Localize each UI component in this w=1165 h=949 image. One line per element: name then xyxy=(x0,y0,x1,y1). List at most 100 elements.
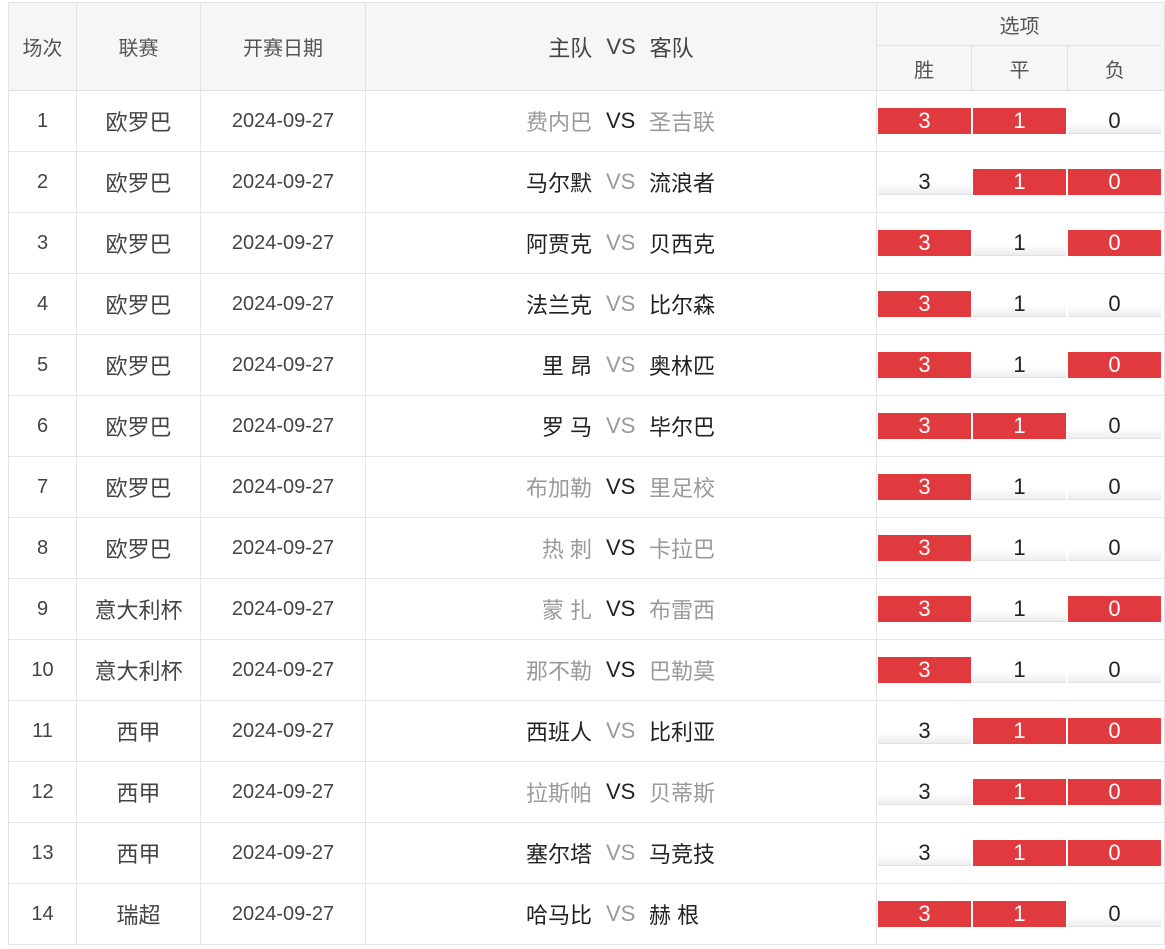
row-match: 阿贾克 VS 贝西克 xyxy=(366,213,877,273)
option-lose-button[interactable]: 0 xyxy=(1068,108,1161,134)
away-team: 卡拉巴 xyxy=(649,537,716,562)
away-team: 流浪者 xyxy=(649,171,716,196)
header-match: 主队 VS 客队 xyxy=(366,3,877,90)
home-team: 热 刺 xyxy=(541,537,592,562)
option-lose-button[interactable]: 0 xyxy=(1068,840,1161,866)
option-draw-button[interactable]: 1 xyxy=(973,230,1066,256)
option-win-button[interactable]: 3 xyxy=(878,657,971,683)
row-league: 瑞超 xyxy=(77,884,201,944)
option-draw-button[interactable]: 1 xyxy=(973,657,1066,683)
row-date: 2024-09-27 xyxy=(201,152,366,212)
row-league: 欧罗巴 xyxy=(77,518,201,578)
option-lose-button[interactable]: 0 xyxy=(1068,291,1161,317)
table-row: 4 欧罗巴 2024-09-27 法兰克 VS 比尔森 3 1 0 xyxy=(9,274,1164,335)
row-match: 马尔默 VS 流浪者 xyxy=(366,152,877,212)
option-draw-button[interactable]: 1 xyxy=(973,413,1066,439)
row-league: 欧罗巴 xyxy=(77,335,201,395)
header-seq: 场次 xyxy=(9,3,77,90)
away-team: 圣吉联 xyxy=(649,110,716,135)
vs-label: VS xyxy=(606,474,636,499)
row-match: 里 昂 VS 奥林匹 xyxy=(366,335,877,395)
option-lose-button[interactable]: 0 xyxy=(1068,535,1161,561)
row-seq: 2 xyxy=(9,152,77,212)
option-lose-button[interactable]: 0 xyxy=(1068,413,1161,439)
vs-label: VS xyxy=(606,291,636,316)
option-lose-button[interactable]: 0 xyxy=(1068,718,1161,744)
row-match: 那不勒 VS 巴勒莫 xyxy=(366,640,877,700)
option-win-button[interactable]: 3 xyxy=(878,901,971,927)
option-draw-button[interactable]: 1 xyxy=(973,596,1066,622)
header-date: 开赛日期 xyxy=(201,3,366,90)
option-win-button[interactable]: 3 xyxy=(878,840,971,866)
option-lose-button[interactable]: 0 xyxy=(1068,474,1161,500)
option-lose-button[interactable]: 0 xyxy=(1068,901,1161,927)
row-league: 欧罗巴 xyxy=(77,152,201,212)
vs-label: VS xyxy=(606,840,636,865)
table-row: 9 意大利杯 2024-09-27 蒙 扎 VS 布雷西 3 1 0 xyxy=(9,579,1164,640)
row-date: 2024-09-27 xyxy=(201,640,366,700)
option-lose-button[interactable]: 0 xyxy=(1068,169,1161,195)
away-team: 奥林匹 xyxy=(649,354,716,379)
row-date: 2024-09-27 xyxy=(201,91,366,151)
option-draw-button[interactable]: 1 xyxy=(973,291,1066,317)
option-win-button[interactable]: 3 xyxy=(878,779,971,805)
header-options: 选项 胜 平 负 xyxy=(877,3,1162,90)
option-win-button[interactable]: 3 xyxy=(878,169,971,195)
away-team: 比尔森 xyxy=(649,293,716,318)
option-draw-button[interactable]: 1 xyxy=(973,352,1066,378)
option-win-button[interactable]: 3 xyxy=(878,718,971,744)
home-team: 那不勒 xyxy=(525,659,592,684)
away-team: 巴勒莫 xyxy=(649,659,716,684)
away-team: 布雷西 xyxy=(649,598,716,623)
option-win-button[interactable]: 3 xyxy=(878,108,971,134)
option-draw-button[interactable]: 1 xyxy=(973,535,1066,561)
option-lose-button[interactable]: 0 xyxy=(1068,352,1161,378)
table-row: 5 欧罗巴 2024-09-27 里 昂 VS 奥林匹 3 1 0 xyxy=(9,335,1164,396)
table-row: 13 西甲 2024-09-27 塞尔塔 VS 马竞技 3 1 0 xyxy=(9,823,1164,884)
option-lose-button[interactable]: 0 xyxy=(1068,779,1161,805)
header-away: 客队 xyxy=(649,35,694,61)
home-team: 拉斯帕 xyxy=(525,781,592,806)
row-date: 2024-09-27 xyxy=(201,823,366,883)
option-draw-button[interactable]: 1 xyxy=(973,718,1066,744)
option-win-button[interactable]: 3 xyxy=(878,230,971,256)
row-seq: 14 xyxy=(9,884,77,944)
header-win: 胜 xyxy=(877,46,973,90)
option-draw-button[interactable]: 1 xyxy=(973,901,1066,927)
option-draw-button[interactable]: 1 xyxy=(973,779,1066,805)
row-date: 2024-09-27 xyxy=(201,213,366,273)
table-row: 14 瑞超 2024-09-27 哈马比 VS 赫 根 310 xyxy=(9,884,1164,945)
option-win-button[interactable]: 3 xyxy=(878,352,971,378)
table-body: 1 欧罗巴 2024-09-27 费内巴 VS 圣吉联 3 1 0 2 欧罗巴 2024-09-27 马… xyxy=(9,91,1164,945)
option-lose-button[interactable]: 0 xyxy=(1068,230,1161,256)
home-team: 塞尔塔 xyxy=(525,842,592,867)
row-date: 2024-09-27 xyxy=(201,274,366,334)
row-match: 西班人 VS 比利亚 xyxy=(366,701,877,761)
row-options: 310 xyxy=(877,335,1162,395)
option-win-button[interactable]: 3 xyxy=(878,596,971,622)
table-row: 3 欧罗巴 2024-09-27 阿贾克 VS 贝西克 3 1 0 xyxy=(9,213,1164,274)
option-win-button[interactable]: 3 xyxy=(878,474,971,500)
row-seq: 7 xyxy=(9,457,77,517)
table-header: 场次 联赛 开赛日期 主队 VS 客队 选项 胜 平 负 xyxy=(9,2,1164,91)
option-lose-button[interactable]: 0 xyxy=(1068,657,1161,683)
option-win-button[interactable]: 3 xyxy=(878,291,971,317)
row-options: 310 xyxy=(877,579,1162,639)
vs-label: VS xyxy=(606,108,636,133)
row-options: 310 xyxy=(877,701,1162,761)
option-win-button[interactable]: 3 xyxy=(878,413,971,439)
row-league: 欧罗巴 xyxy=(77,457,201,517)
option-win-button[interactable]: 3 xyxy=(878,535,971,561)
row-seq: 1 xyxy=(9,91,77,151)
option-lose-button[interactable]: 0 xyxy=(1068,596,1161,622)
option-draw-button[interactable]: 1 xyxy=(973,169,1066,195)
home-team: 法兰克 xyxy=(525,293,592,318)
option-draw-button[interactable]: 1 xyxy=(973,840,1066,866)
vs-label: VS xyxy=(606,413,636,438)
option-draw-button[interactable]: 1 xyxy=(973,108,1066,134)
row-match: 塞尔塔 VS 马竞技 xyxy=(366,823,877,883)
header-options-title: 选项 xyxy=(877,3,1162,46)
vs-label: VS xyxy=(606,718,636,743)
home-team: 费内巴 xyxy=(525,110,592,135)
option-draw-button[interactable]: 1 xyxy=(973,474,1066,500)
